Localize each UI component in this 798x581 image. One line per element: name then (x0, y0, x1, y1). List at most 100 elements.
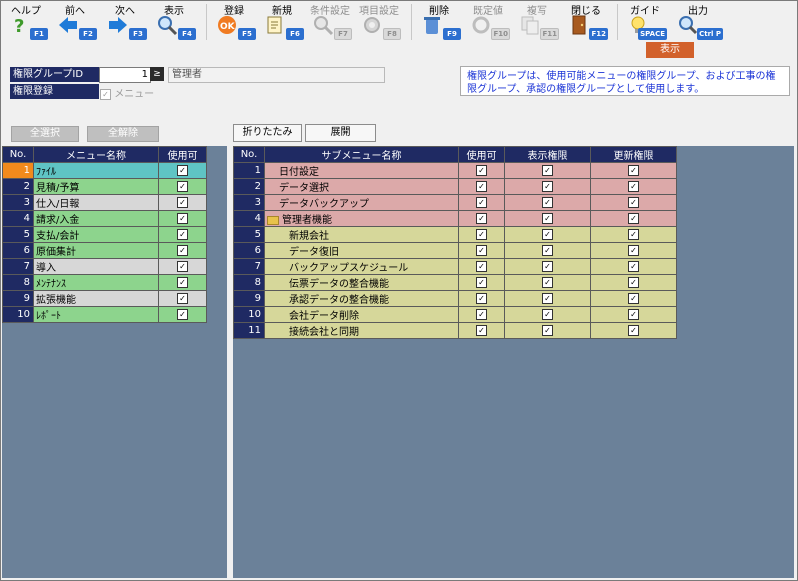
menu-name[interactable]: 拡張機能 (33, 290, 159, 307)
checkbox[interactable]: ✓ (542, 196, 553, 208)
view-permission-cell[interactable]: ✓ (504, 226, 591, 243)
usable-cell[interactable]: ✓ (458, 274, 505, 291)
checkbox[interactable]: ✓ (177, 308, 188, 320)
checkbox[interactable]: ✓ (628, 244, 639, 256)
view-permission-cell[interactable]: ✓ (504, 258, 591, 275)
group-id-input[interactable]: 1 (99, 67, 151, 83)
update-permission-cell[interactable]: ✓ (590, 258, 677, 275)
checkbox[interactable]: ✓ (177, 244, 188, 256)
usable-cell[interactable]: ✓ (158, 194, 207, 211)
show-button[interactable]: 表示 (646, 42, 694, 58)
menu-row[interactable]: 1 ﾌｧｲﾙ ✓ (2, 162, 207, 179)
toolbar-button-f5[interactable]: 登録 OK F5 (212, 1, 256, 41)
view-permission-cell[interactable]: ✓ (504, 178, 591, 195)
checkbox[interactable]: ✓ (628, 196, 639, 208)
collapse-button[interactable]: 折りたたみ (233, 124, 302, 142)
checkbox[interactable]: ✓ (628, 212, 639, 224)
submenu-row[interactable]: 7 バックアップスケジュール ✓ ✓ ✓ (233, 258, 677, 275)
menu-row[interactable]: 10 ﾚﾎﾟｰﾄ ✓ (2, 306, 207, 323)
toolbar-button-f10[interactable]: 既定値 F10 (466, 1, 510, 41)
menu-row[interactable]: 7 導入 ✓ (2, 258, 207, 275)
checkbox[interactable]: ✓ (628, 260, 639, 272)
menu-name[interactable]: ﾌｧｲﾙ (33, 162, 159, 179)
submenu-name-cell[interactable]: 日付設定 (264, 162, 459, 179)
submenu-row[interactable]: 8 伝票データの整合機能 ✓ ✓ ✓ (233, 274, 677, 291)
submenu-row[interactable]: 11 接続会社と同期 ✓ ✓ ✓ (233, 322, 677, 339)
checkbox[interactable]: ✓ (177, 164, 188, 176)
checkbox[interactable]: ✓ (476, 324, 487, 336)
usable-cell[interactable]: ✓ (458, 178, 505, 195)
toolbar-button-f9[interactable]: 削除 F9 (417, 1, 461, 41)
toolbar-button-f3[interactable]: 次へ F3 (103, 1, 147, 41)
submenu-name-cell[interactable]: 管理者機能 (264, 210, 459, 227)
checkbox[interactable]: ✓ (476, 212, 487, 224)
menu-name[interactable]: 請求/入金 (33, 210, 159, 227)
checkbox[interactable]: ✓ (542, 292, 553, 304)
checkbox[interactable]: ✓ (177, 196, 188, 208)
toolbar-button-f6[interactable]: 新規 F6 (260, 1, 304, 41)
checkbox[interactable]: ✓ (476, 244, 487, 256)
checkbox[interactable]: ✓ (177, 228, 188, 240)
submenu-row[interactable]: 3 データバックアップ ✓ ✓ ✓ (233, 194, 677, 211)
menu-row[interactable]: 8 ﾒﾝﾃﾅﾝｽ ✓ (2, 274, 207, 291)
usable-cell[interactable]: ✓ (158, 306, 207, 323)
usable-cell[interactable]: ✓ (158, 210, 207, 227)
checkbox[interactable]: ✓ (628, 180, 639, 192)
view-permission-cell[interactable]: ✓ (504, 210, 591, 227)
toolbar-button-ctrl-p[interactable]: 出力 Ctrl P (673, 1, 723, 41)
usable-cell[interactable]: ✓ (158, 162, 207, 179)
toolbar-button-f8[interactable]: 項目設定 F8 (357, 1, 401, 41)
view-permission-cell[interactable]: ✓ (504, 194, 591, 211)
usable-cell[interactable]: ✓ (158, 290, 207, 307)
update-permission-cell[interactable]: ✓ (590, 306, 677, 323)
menu-checkbox[interactable]: ✓ メニュー (100, 85, 154, 100)
checkbox[interactable]: ✓ (476, 292, 487, 304)
checkbox[interactable]: ✓ (628, 308, 639, 320)
submenu-name-cell[interactable]: データ選択 (264, 178, 459, 195)
checkbox[interactable]: ✓ (476, 180, 487, 192)
menu-row[interactable]: 6 原価集計 ✓ (2, 242, 207, 259)
update-permission-cell[interactable]: ✓ (590, 274, 677, 291)
submenu-row[interactable]: 10 会社データ削除 ✓ ✓ ✓ (233, 306, 677, 323)
submenu-name-cell[interactable]: バックアップスケジュール (264, 258, 459, 275)
usable-cell[interactable]: ✓ (458, 258, 505, 275)
view-permission-cell[interactable]: ✓ (504, 242, 591, 259)
menu-row[interactable]: 3 仕入/日報 ✓ (2, 194, 207, 211)
usable-cell[interactable]: ✓ (158, 258, 207, 275)
menu-name[interactable]: 仕入/日報 (33, 194, 159, 211)
menu-name[interactable]: 見積/予算 (33, 178, 159, 195)
toolbar-button-f7[interactable]: 条件設定 F7 (308, 1, 352, 41)
view-permission-cell[interactable]: ✓ (504, 290, 591, 307)
checkbox[interactable]: ✓ (476, 164, 487, 176)
checkbox[interactable]: ✓ (542, 228, 553, 240)
menu-name[interactable]: 支払/会計 (33, 226, 159, 243)
menu-name[interactable]: 導入 (33, 258, 159, 275)
toolbar-button-f2[interactable]: 前へ F2 (53, 1, 97, 41)
usable-cell[interactable]: ✓ (158, 242, 207, 259)
checkbox[interactable]: ✓ (542, 276, 553, 288)
toolbar-button-f11[interactable]: 複写 F11 (515, 1, 559, 41)
usable-cell[interactable]: ✓ (158, 178, 207, 195)
checkbox[interactable]: ✓ (628, 292, 639, 304)
usable-cell[interactable]: ✓ (458, 290, 505, 307)
submenu-row[interactable]: 2 データ選択 ✓ ✓ ✓ (233, 178, 677, 195)
update-permission-cell[interactable]: ✓ (590, 210, 677, 227)
select-all-button[interactable]: 全選択 (11, 126, 79, 142)
menu-row[interactable]: 5 支払/会計 ✓ (2, 226, 207, 243)
menu-row[interactable]: 9 拡張機能 ✓ (2, 290, 207, 307)
checkbox[interactable]: ✓ (177, 292, 188, 304)
usable-cell[interactable]: ✓ (458, 322, 505, 339)
checkbox[interactable]: ✓ (542, 324, 553, 336)
toolbar-button-f12[interactable]: 閉じる F12 (564, 1, 608, 41)
submenu-name-cell[interactable]: 会社データ削除 (264, 306, 459, 323)
lookup-button[interactable]: ≥ (150, 67, 164, 81)
usable-cell[interactable]: ✓ (458, 226, 505, 243)
checkbox[interactable]: ✓ (476, 260, 487, 272)
checkbox[interactable]: ✓ (542, 180, 553, 192)
deselect-all-button[interactable]: 全解除 (87, 126, 159, 142)
usable-cell[interactable]: ✓ (458, 194, 505, 211)
menu-row[interactable]: 2 見積/予算 ✓ (2, 178, 207, 195)
checkbox[interactable]: ✓ (177, 180, 188, 192)
view-permission-cell[interactable]: ✓ (504, 306, 591, 323)
checkbox[interactable]: ✓ (628, 324, 639, 336)
